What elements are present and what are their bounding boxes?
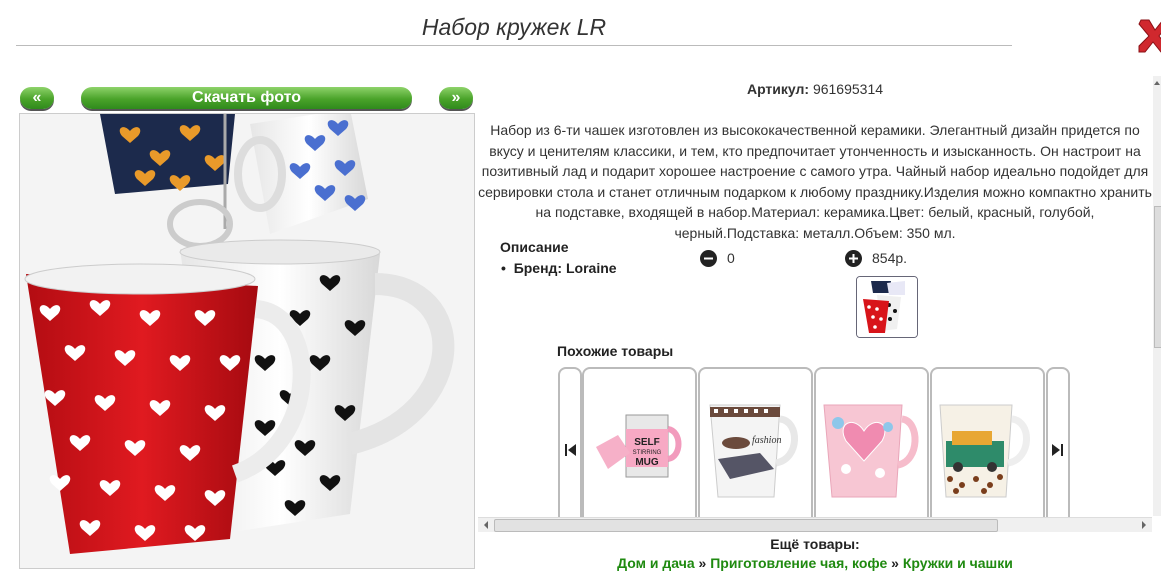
carousel-prev-button[interactable] — [558, 367, 582, 519]
self-text: SELF — [634, 437, 660, 448]
stirring-text: STIRRING — [633, 450, 662, 456]
vscroll-thumb[interactable] — [1154, 206, 1161, 348]
quantity-control: 0 — [700, 249, 735, 267]
plus-icon[interactable] — [845, 249, 862, 267]
close-icon[interactable] — [1137, 14, 1161, 54]
page-title: Набор кружек LR — [421, 14, 607, 40]
scroll-left-icon[interactable] — [481, 519, 491, 531]
brand-item: Бренд: Loraine — [513, 260, 617, 276]
mug-text: MUG — [635, 457, 659, 468]
crumb-tea-coffee[interactable]: Приготовление чая, кофе — [710, 555, 887, 571]
product-description: Набор из 6-ти чашек изготовлен из высоко… — [478, 122, 1152, 241]
title-divider — [16, 45, 1012, 46]
scroll-right-icon[interactable] — [1139, 519, 1149, 531]
similar-item-4[interactable] — [930, 367, 1045, 519]
product-photo[interactable] — [19, 113, 475, 569]
vertical-scrollbar[interactable] — [1153, 76, 1161, 516]
similar-item-2[interactable]: fashion — [698, 367, 813, 519]
crumb-mugs-cups[interactable]: Кружки и чашки — [903, 555, 1013, 571]
crumb-home-garden[interactable]: Дом и дача — [617, 555, 695, 571]
article-value: 961695314 — [812, 81, 884, 97]
specs-heading: Описание — [500, 239, 569, 255]
download-photo-button[interactable]: Скачать фото — [81, 87, 412, 109]
crumb-separator: » — [891, 555, 899, 571]
quantity-value: 0 — [727, 250, 735, 266]
specs-list: • Бренд: Loraine — [501, 260, 617, 276]
article-label: Артикул: — [746, 81, 810, 97]
similar-heading: Похожие товары — [557, 343, 674, 359]
article-line: Артикул: 961695314 — [478, 81, 1152, 97]
carousel-next-button[interactable] — [1046, 367, 1070, 519]
crumb-separator: » — [698, 555, 707, 571]
horizontal-scrollbar[interactable] — [478, 517, 1152, 532]
more-products-heading: Ещё товары: — [770, 536, 860, 552]
prev-photo-button[interactable]: « — [20, 87, 54, 109]
bullet-icon: • — [501, 260, 514, 276]
similar-item-3[interactable] — [814, 367, 929, 519]
scroll-up-icon[interactable] — [1153, 78, 1161, 88]
skip-forward-icon — [1052, 444, 1063, 456]
similar-item-1[interactable]: SELF STIRRING MUG — [582, 367, 697, 519]
minus-icon[interactable] — [700, 249, 717, 267]
category-breadcrumb: Дом и дача » Приготовление чая, кофе » К… — [478, 555, 1152, 571]
price-control: 854р. — [845, 249, 907, 267]
next-photo-button[interactable]: » — [439, 87, 473, 109]
scrollbar-thumb[interactable] — [494, 519, 998, 532]
fashion-text: fashion — [752, 435, 781, 446]
price-value: 854р. — [872, 250, 908, 266]
product-thumbnail[interactable] — [856, 276, 918, 338]
skip-back-icon — [565, 444, 576, 456]
